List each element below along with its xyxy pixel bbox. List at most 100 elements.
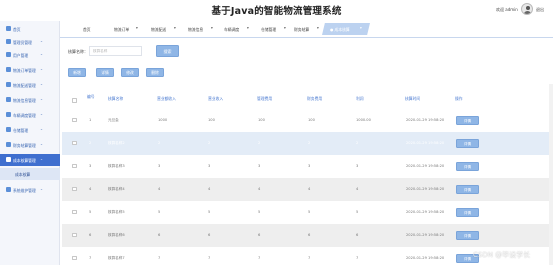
cell-time: 2020-01-29 19:58:20 [406,256,445,260]
user-icon [6,52,11,57]
row-detail-button[interactable]: 详情 [456,184,479,194]
table-row[interactable]: 4 核算名称4 4 4 4 4 4 2020-01-29 19:58:20 详情 [62,178,553,201]
table-row[interactable]: 6 核算名称6 6 6 6 6 6 2020-01-29 19:58:20 详情 [62,224,553,247]
column-header-time[interactable]: 核算时间 [405,96,420,101]
column-header-finance-cost[interactable]: 财务费用 [307,96,322,101]
sidebar-item-users[interactable]: 用户管理 ⌄ [0,49,60,61]
chevron-down-icon: ⌄ [40,112,44,117]
app-window: 基于Java的智能物流管理系统 欢迎 admin 退出 首页 管理员管理 ⌄ 用… [0,0,553,265]
caret-down-icon: ▾ [174,25,176,30]
tab-cost[interactable]: ● 成本核算 ▾ [322,23,370,35]
detail-button[interactable]: 详情 [96,68,114,77]
row-checkbox[interactable] [72,117,77,122]
sidebar-item-cost[interactable]: 成本核算管理 ⌄ [0,154,60,166]
cell-name: 核算名称3 [108,164,125,168]
row-checkbox[interactable] [72,163,77,168]
sidebar-item-orders[interactable]: 物流订单管理 ⌄ [0,64,60,76]
vertical-scrollbar[interactable] [549,84,553,265]
column-header-actions: 操作 [455,96,463,101]
cell-time: 2020-01-29 19:58:20 [406,210,445,214]
delete-button[interactable]: 删除 [146,68,164,77]
cell-profit: 5 [356,210,359,214]
table-row[interactable]: 2 核算名称2 2 2 2 2 2 2020-01-29 19:58:20 详情 [62,132,553,155]
tab-finance[interactable]: 财务结算 ▾ [290,23,326,35]
search-input[interactable] [89,46,142,56]
row-detail-button[interactable]: 详情 [456,161,479,171]
sidebar-subitem-cost[interactable]: 成本核算 [0,168,60,180]
cell-time: 2020-01-29 19:58:20 [406,187,445,191]
home-icon [6,26,11,31]
column-header-profit[interactable]: 利润 [356,96,364,101]
cell-revenue: 6 [158,233,161,237]
table-row[interactable]: 1 元旦会 1000 100 100 100 1000.00 2020-01-2… [62,109,553,132]
sidebar-item-system[interactable]: 系统维护管理 ⌄ [0,184,60,196]
chevron-down-icon: ⌄ [40,67,44,72]
column-header-name[interactable]: 核算名称 [108,96,123,101]
money-icon [6,142,11,147]
calculator-icon [6,157,11,162]
cell-finance-cost: 2 [308,141,311,145]
cell-id: 6 [89,233,92,237]
sidebar-item-info[interactable]: 物流信息管理 ⌄ [0,94,60,106]
logout-link[interactable]: 退出 [536,7,544,13]
cell-finance-cost: 4 [308,187,311,191]
edit-button[interactable]: 修改 [121,68,139,77]
cell-income: 100 [208,118,215,122]
tab-info[interactable]: 物流信息 ▾ [184,23,220,35]
add-button[interactable]: 新增 [68,68,86,77]
sidebar-item-label: 车辆调度管理 [13,112,36,118]
row-checkbox[interactable] [72,140,77,145]
cell-revenue: 1000 [158,118,168,122]
search-button[interactable]: 搜索 [156,45,179,57]
row-detail-button[interactable]: 详情 [456,230,479,240]
sidebar-item-delivery[interactable]: 物流配送管理 ⌄ [0,79,60,91]
search-label: 核算名称： [68,49,88,54]
cell-id: 1 [89,118,92,122]
column-header-id[interactable]: 编号 [87,94,95,99]
tab-vehicles[interactable]: 车辆调度 ▾ [220,23,256,35]
row-detail-button[interactable]: 详情 [456,138,479,148]
sidebar-item-finance[interactable]: 财务结算管理 ⌄ [0,139,60,151]
tab-label: 首页 [83,26,91,32]
nav-divider [60,37,553,38]
cell-time: 2020-01-29 19:58:20 [406,118,445,122]
sidebar-item-vehicles[interactable]: 车辆调度管理 ⌄ [0,109,60,121]
sidebar-item-label: 仓储管理 [13,127,29,133]
sidebar-item-label: 物流配送管理 [13,82,36,88]
sidebar: 首页 管理员管理 ⌄ 用户管理 ⌄ 物流订单管理 ⌄ 物流配送管理 ⌄ 物流信息… [0,21,60,265]
caret-down-icon: ▾ [317,25,319,30]
tab-home[interactable]: 首页 [76,23,104,35]
select-all-checkbox[interactable] [72,98,77,103]
sidebar-item-home[interactable]: 首页 [0,23,60,35]
greeting-text: 欢迎 admin [496,7,518,12]
sidebar-item-warehouse[interactable]: 仓储管理 ⌄ [0,124,60,136]
cell-id: 7 [89,256,92,260]
tab-label: 仓储管理 [261,26,277,32]
row-checkbox[interactable] [72,186,77,191]
caret-down-icon: ▾ [211,25,213,30]
avatar[interactable] [521,3,533,15]
cell-profit: 7 [356,256,359,260]
cell-revenue: 5 [158,210,161,214]
table-row[interactable]: 3 核算名称3 3 3 3 3 3 2020-01-29 19:58:20 详情 [62,155,553,178]
sidebar-item-admin[interactable]: 管理员管理 ⌄ [0,36,60,48]
cell-income: 7 [208,256,211,260]
row-detail-button[interactable]: 详情 [456,207,479,217]
tab-delivery[interactable]: 物流配送 ▾ [147,23,183,35]
column-header-revenue[interactable]: 营业额收入 [157,96,176,101]
page-title: 基于Java的智能物流管理系统 [211,6,342,17]
row-detail-button[interactable]: 详情 [456,115,479,125]
column-header-admin-cost[interactable]: 管理费用 [257,96,272,101]
table-row[interactable]: 5 核算名称5 5 5 5 5 5 2020-01-29 19:58:20 详情 [62,201,553,224]
chevron-down-icon: ⌄ [40,157,44,162]
data-table: 编号 核算名称 营业额收入 营业收入 管理费用 财务费用 利润 核算时间 操作 … [62,84,553,265]
row-checkbox[interactable] [72,255,77,260]
tab-warehouse[interactable]: 仓储管理 ▾ [257,23,293,35]
cell-admin-cost: 3 [258,164,261,168]
sidebar-subitem-label: 成本核算 [15,171,31,177]
row-checkbox[interactable] [72,209,77,214]
tab-orders[interactable]: 物流订单 ▾ [110,23,144,35]
column-header-income[interactable]: 营业收入 [208,96,223,101]
row-checkbox[interactable] [72,232,77,237]
chevron-down-icon: ⌄ [40,82,44,87]
